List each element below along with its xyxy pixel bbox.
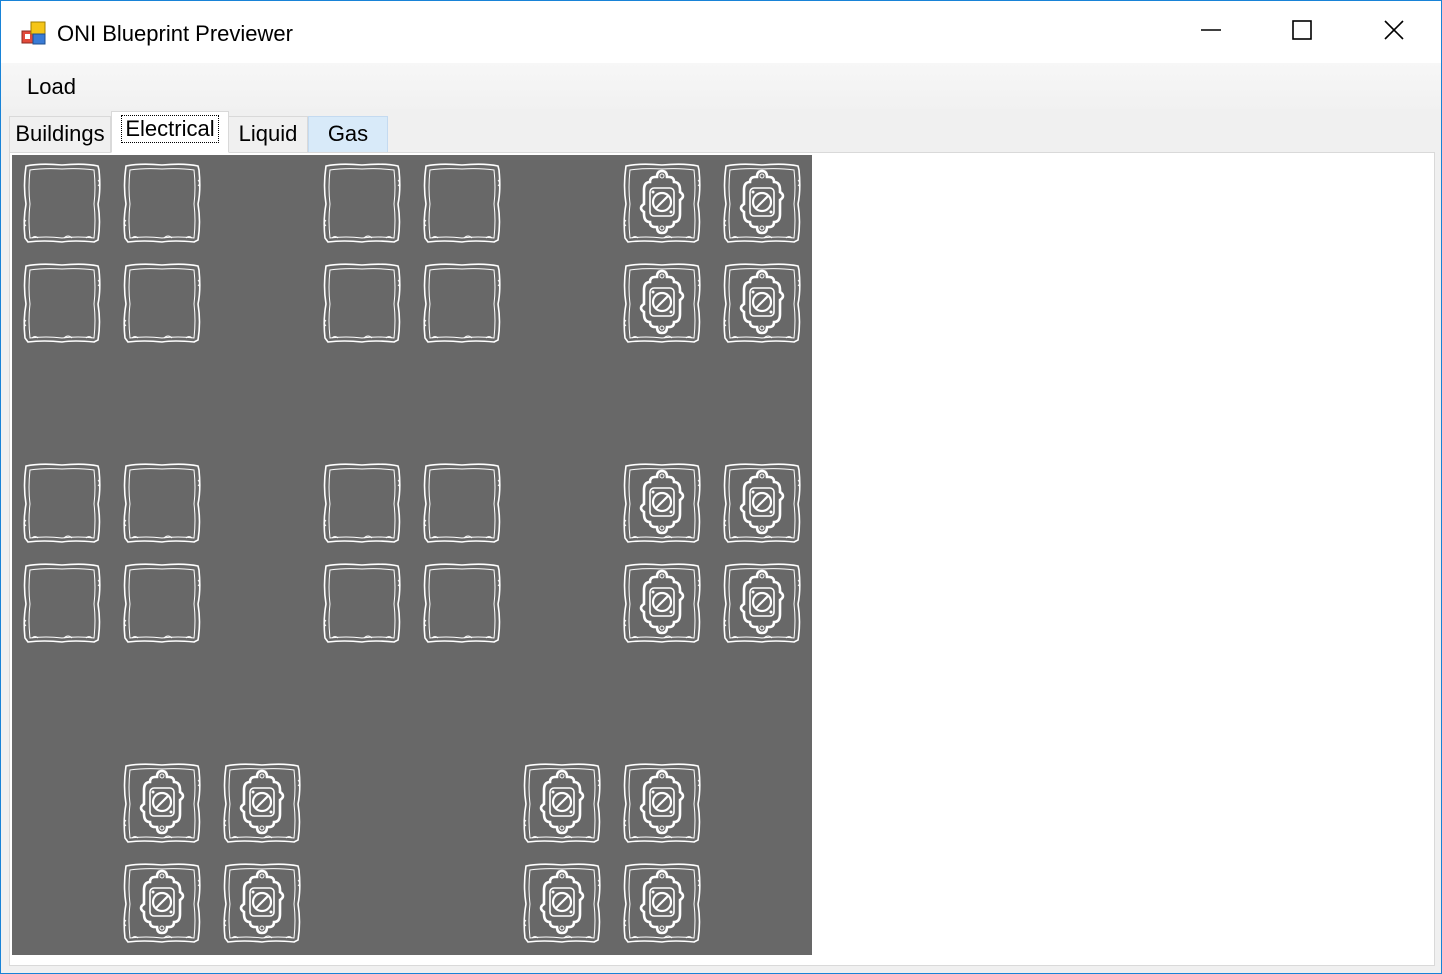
power-switch-tile-icon	[223, 763, 301, 843]
title-bar[interactable]: ONI Blueprint Previewer	[1, 1, 1441, 63]
power-switch-tile-icon	[623, 263, 701, 343]
app-icon	[21, 20, 47, 46]
blueprint-canvas[interactable]	[12, 155, 812, 955]
power-switch-tile	[720, 560, 804, 648]
wire-tile-icon	[23, 163, 101, 243]
tab-strip: Buildings Electrical Liquid Gas	[1, 109, 1441, 153]
tab-electrical-label: Electrical	[121, 115, 219, 143]
power-switch-tile	[620, 860, 704, 948]
wire-tile	[420, 160, 504, 248]
power-switch-tile	[720, 160, 804, 248]
power-switch-tile	[520, 860, 604, 948]
wire-tile-icon	[123, 563, 201, 643]
power-switch-tile-icon	[623, 563, 701, 643]
app-window: ONI Blueprint Previewer Load Buildings E…	[0, 0, 1442, 974]
power-switch-tile-icon	[523, 763, 601, 843]
wire-tile-icon	[123, 263, 201, 343]
power-switch-tile	[520, 760, 604, 848]
power-switch-tile	[720, 260, 804, 348]
wire-tile	[120, 560, 204, 648]
wire-tile	[320, 460, 404, 548]
tab-electrical[interactable]: Electrical	[111, 111, 229, 153]
wire-tile	[20, 560, 104, 648]
power-switch-tile-icon	[123, 763, 201, 843]
wire-tile-icon	[423, 263, 501, 343]
wire-tile	[120, 460, 204, 548]
power-switch-tile-icon	[723, 563, 801, 643]
power-switch-tile	[620, 260, 704, 348]
tab-liquid-label: Liquid	[238, 121, 298, 146]
wire-tile-icon	[323, 163, 401, 243]
wire-tile	[320, 260, 404, 348]
menu-bar: Load	[1, 63, 1441, 109]
wire-tile-icon	[23, 463, 101, 543]
maximize-button[interactable]	[1256, 1, 1348, 63]
power-switch-tile-icon	[623, 163, 701, 243]
window-title: ONI Blueprint Previewer	[57, 21, 293, 46]
power-switch-tile-icon	[723, 263, 801, 343]
wire-tile	[420, 560, 504, 648]
tab-gas-label: Gas	[327, 121, 369, 146]
wire-tile-icon	[123, 463, 201, 543]
power-switch-tile-icon	[623, 863, 701, 943]
close-icon	[1383, 19, 1405, 46]
power-switch-tile-icon	[623, 463, 701, 543]
power-switch-tile	[120, 860, 204, 948]
tab-liquid[interactable]: Liquid	[228, 116, 308, 152]
power-switch-tile-icon	[223, 863, 301, 943]
tab-gas[interactable]: Gas	[308, 116, 388, 152]
wire-tile-icon	[423, 463, 501, 543]
power-switch-tile	[220, 860, 304, 948]
wire-tile-icon	[323, 463, 401, 543]
wire-tile	[120, 260, 204, 348]
power-switch-tile	[120, 760, 204, 848]
wire-tile-icon	[423, 163, 501, 243]
power-switch-tile-icon	[723, 463, 801, 543]
minimize-button[interactable]	[1165, 1, 1257, 63]
power-switch-tile	[620, 560, 704, 648]
wire-tile-icon	[23, 563, 101, 643]
power-switch-tile-icon	[123, 863, 201, 943]
wire-tile-icon	[323, 263, 401, 343]
wire-tile-icon	[23, 263, 101, 343]
menu-load[interactable]: Load	[19, 71, 84, 103]
power-switch-tile-icon	[623, 763, 701, 843]
maximize-icon	[1291, 19, 1313, 46]
power-switch-tile	[720, 460, 804, 548]
wire-tile	[20, 260, 104, 348]
wire-tile-icon	[123, 163, 201, 243]
power-switch-tile	[620, 160, 704, 248]
power-switch-tile	[620, 760, 704, 848]
tab-buildings[interactable]: Buildings	[9, 116, 111, 152]
wire-tile	[420, 460, 504, 548]
wire-tile	[420, 260, 504, 348]
tab-page-electrical	[9, 152, 1435, 966]
power-switch-tile-icon	[723, 163, 801, 243]
wire-tile-icon	[423, 563, 501, 643]
wire-tile	[20, 460, 104, 548]
power-switch-tile-icon	[523, 863, 601, 943]
power-switch-tile	[620, 460, 704, 548]
tab-buildings-label: Buildings	[15, 121, 105, 146]
minimize-icon	[1200, 19, 1222, 46]
wire-tile	[120, 160, 204, 248]
power-switch-tile	[220, 760, 304, 848]
wire-tile	[320, 560, 404, 648]
wire-tile	[20, 160, 104, 248]
wire-tile-icon	[323, 563, 401, 643]
close-button[interactable]	[1348, 1, 1440, 63]
wire-tile	[320, 160, 404, 248]
